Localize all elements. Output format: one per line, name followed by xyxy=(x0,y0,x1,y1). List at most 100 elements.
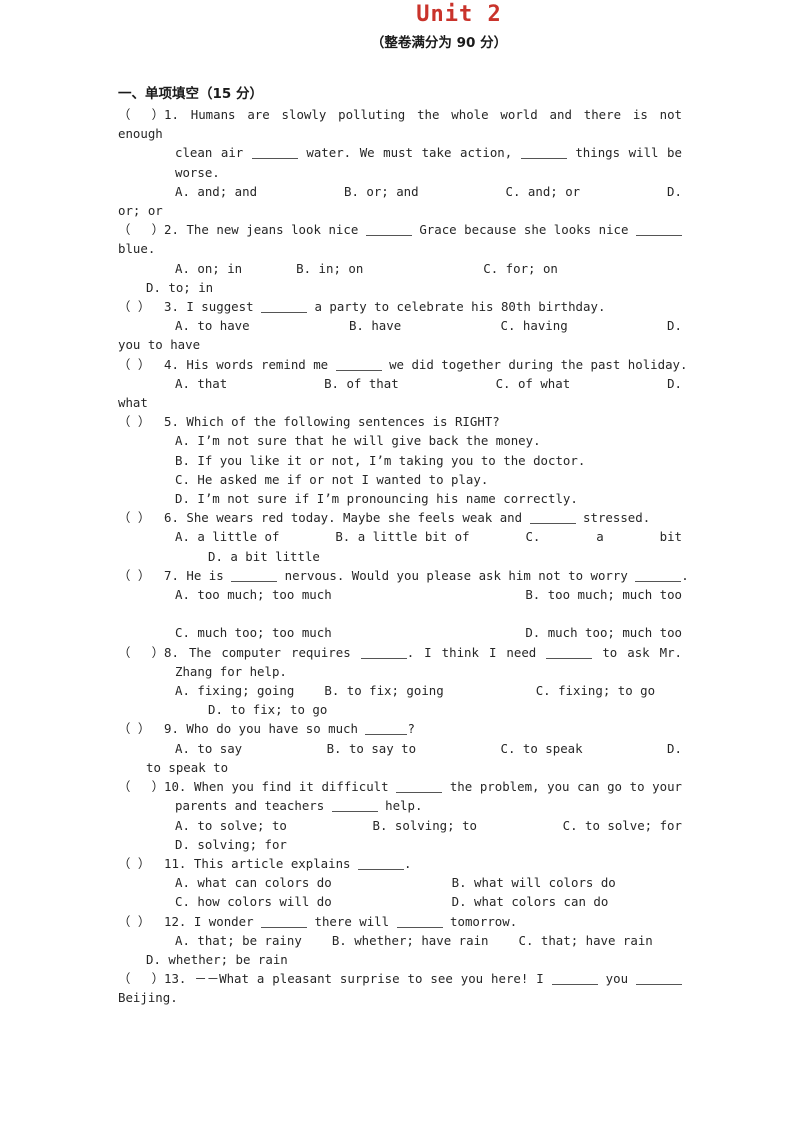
question-content-area: 一、单项填空（15 分） （ ）1. Humans are slowly pol… xyxy=(118,84,689,1008)
option-a[interactable]: A. to have xyxy=(175,316,250,335)
option-row: A. a little of B. a little bit of C. a b… xyxy=(118,527,682,546)
option-overflow[interactable]: you to have xyxy=(118,335,682,354)
answer-blank[interactable] xyxy=(331,800,378,813)
answer-blank[interactable] xyxy=(251,147,298,160)
option-c[interactable]: C. fixing; to go xyxy=(536,683,655,698)
option-overflow[interactable]: or; or xyxy=(118,201,682,220)
option-b[interactable]: B. have xyxy=(349,316,401,335)
option-a[interactable]: A. to say xyxy=(175,739,242,758)
question-stem-line: clean air water. We must take action, th… xyxy=(175,145,682,161)
option-b[interactable]: B. or; and xyxy=(344,182,419,201)
option-c[interactable]: C. and; or xyxy=(506,182,581,201)
answer-blank[interactable] xyxy=(636,972,683,986)
option-a[interactable]: A. that; be rainy xyxy=(175,933,302,948)
answer-blank[interactable] xyxy=(357,857,404,870)
answer-blank[interactable] xyxy=(396,915,443,928)
option-c[interactable]: C. much too; too much xyxy=(175,623,332,642)
option-b[interactable]: B. what will colors do xyxy=(452,875,616,890)
answer-blank[interactable] xyxy=(335,358,382,371)
option-b[interactable]: B. too much; much too xyxy=(525,585,682,604)
answer-bracket[interactable]: （ ） xyxy=(118,220,164,239)
option-d[interactable]: D. xyxy=(667,739,682,758)
option-c[interactable]: C. having xyxy=(501,316,568,335)
option-row[interactable]: B. If you like it or not, I’m taking you… xyxy=(118,451,682,470)
answer-blank[interactable] xyxy=(231,569,278,582)
option-d[interactable]: D. what colors can do xyxy=(452,894,609,909)
option-row[interactable]: D. a bit little xyxy=(118,547,682,566)
option-row[interactable]: C. He asked me if or not I wanted to pla… xyxy=(118,470,682,489)
answer-bracket[interactable]: （ ） xyxy=(118,566,164,585)
option-a[interactable]: A. on; in xyxy=(175,261,242,276)
question-stem-line: （ ）1. Humans are slowly polluting the wh… xyxy=(118,105,682,142)
option-c[interactable]: C. for; on xyxy=(483,261,558,276)
answer-blank[interactable] xyxy=(365,723,408,736)
option-b[interactable]: B. of that xyxy=(324,374,399,393)
option-row[interactable]: D. solving; for xyxy=(118,835,682,854)
option-b[interactable]: B. solving; to xyxy=(373,816,477,835)
answer-bracket[interactable]: （ ） xyxy=(118,969,164,988)
option-d[interactable]: D. xyxy=(667,374,682,393)
option-c-word2[interactable]: bit xyxy=(660,527,682,546)
answer-bracket[interactable]: （ ） xyxy=(118,719,164,738)
option-c[interactable]: C. of what xyxy=(496,374,571,393)
option-b[interactable]: B. in; on xyxy=(296,261,363,276)
option-c-word1[interactable]: a xyxy=(596,527,603,546)
option-a[interactable]: A. fixing; going xyxy=(175,683,294,698)
option-a[interactable]: A. to solve; to xyxy=(175,816,287,835)
option-d[interactable]: D. much too; much too xyxy=(525,623,682,642)
option-row[interactable]: D. whether; be rain xyxy=(118,950,682,969)
option-row[interactable]: D. to fix; to go xyxy=(118,700,682,719)
question-item: （ ）2. The new jeans look nice Grace beca… xyxy=(118,220,682,297)
option-a[interactable]: A. a little of xyxy=(175,527,279,546)
answer-bracket[interactable]: （ ） xyxy=(118,355,164,374)
option-b[interactable]: B. a little bit of xyxy=(335,527,469,546)
answer-blank[interactable] xyxy=(635,569,682,582)
answer-blank[interactable] xyxy=(261,915,308,928)
option-row[interactable]: A. I’m not sure that he will give back t… xyxy=(118,431,682,450)
answer-blank[interactable] xyxy=(529,512,576,525)
option-c-label[interactable]: C. xyxy=(525,527,540,546)
question-stem-line: （ ）8. The computer requires . I think I … xyxy=(118,643,682,662)
answer-bracket[interactable]: （ ） xyxy=(118,412,164,431)
option-overflow[interactable]: to speak to xyxy=(118,758,682,777)
option-c[interactable]: C. how colors will do xyxy=(175,894,332,909)
option-overflow[interactable]: what xyxy=(118,393,682,412)
option-d[interactable]: D. xyxy=(667,182,682,201)
answer-bracket[interactable]: （ ） xyxy=(118,643,164,662)
option-c[interactable]: C. to solve; for xyxy=(563,816,682,835)
option-a[interactable]: A. too much; too much xyxy=(175,585,332,604)
answer-blank[interactable] xyxy=(636,223,682,237)
option-row[interactable]: D. I’m not sure if I’m pronouncing his n… xyxy=(118,489,682,508)
option-b[interactable]: B. whether; have rain xyxy=(332,933,489,948)
option-a[interactable]: A. and; and xyxy=(175,182,257,201)
option-b[interactable]: B. to say to xyxy=(327,739,417,758)
answer-bracket[interactable]: （ ） xyxy=(118,912,164,931)
question-stem-line: （ ） 6. She wears red today. Maybe she fee… xyxy=(118,508,682,527)
option-d[interactable]: D. to; in xyxy=(146,280,213,295)
option-c[interactable]: C. to speak xyxy=(501,739,583,758)
option-row: A. too much; too much B. too much; much … xyxy=(118,585,682,604)
option-d[interactable]: D. xyxy=(667,316,682,335)
answer-blank[interactable] xyxy=(551,972,598,986)
answer-bracket[interactable]: （ ） xyxy=(118,508,164,527)
question-item: （ ） 9. Who do you have so much ? A. to sa… xyxy=(118,719,682,777)
answer-bracket[interactable]: （ ） xyxy=(118,297,164,316)
answer-blank[interactable] xyxy=(261,300,307,314)
answer-blank[interactable] xyxy=(546,646,593,659)
answer-blank[interactable] xyxy=(365,223,412,237)
answer-blank[interactable] xyxy=(360,646,407,659)
question-item: （ ） 12. I wonder there will tomorrow. A. … xyxy=(118,912,682,970)
answer-bracket[interactable]: （ ） xyxy=(118,105,164,124)
option-a[interactable]: A. what can colors do xyxy=(175,875,332,890)
question-item: （ ） 4. His words remind me we did togethe… xyxy=(118,355,687,413)
answer-blank[interactable] xyxy=(520,147,567,160)
question-stem-overflow: blue. xyxy=(118,241,156,257)
option-a[interactable]: A. that xyxy=(175,374,227,393)
answer-bracket[interactable]: （ ） xyxy=(118,854,164,873)
option-b[interactable]: B. to fix; going xyxy=(324,683,443,698)
answer-bracket[interactable]: （ ） xyxy=(118,777,164,796)
question-stem-line: parents and teachers help. xyxy=(175,798,423,814)
question-stem-line: （ ）13. －－What a pleasant surprise to see… xyxy=(118,969,683,988)
answer-blank[interactable] xyxy=(396,780,443,794)
option-c[interactable]: C. that; have rain xyxy=(518,933,652,948)
